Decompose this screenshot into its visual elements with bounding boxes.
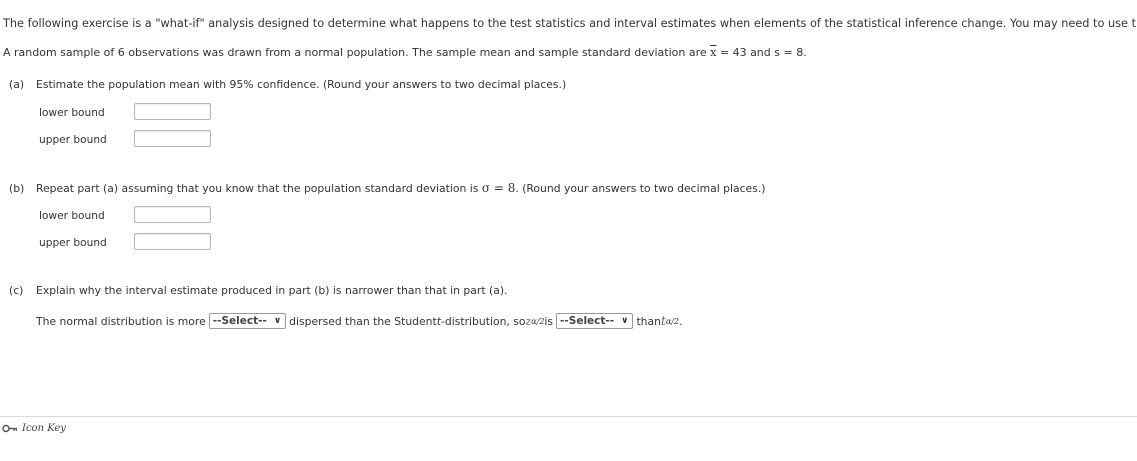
part-a-prompt: (a) Estimate the population mean with 95%…: [9, 78, 566, 91]
chevron-down-icon: ∨: [273, 316, 282, 326]
part-a-upper-bound-input[interactable]: [134, 130, 211, 147]
part-c-letter: (c): [9, 284, 24, 297]
part-c-s3: -distribution, so: [441, 314, 526, 328]
z-subscript: α/2: [531, 316, 545, 326]
part-b-letter: (b): [9, 182, 25, 195]
icon-key-label: Icon Key: [22, 423, 66, 434]
part-b-upper-bound-input[interactable]: [134, 233, 211, 250]
part-c-s4: is: [544, 314, 554, 328]
setup-text: A random sample of 6 observations was dr…: [3, 46, 711, 59]
icon-key-link[interactable]: Icon Key: [2, 423, 66, 434]
problem-setup: A random sample of 6 observations was dr…: [3, 46, 807, 59]
chevron-down-icon: ∨: [621, 316, 629, 326]
part-a-lower-label: lower bound: [39, 107, 105, 119]
part-c-text: Explain why the interval estimate produc…: [36, 284, 508, 297]
part-c-s1: The normal distribution is more: [36, 314, 206, 328]
dispersion-select[interactable]: --Select-- ∨: [208, 313, 287, 329]
sigma-value: σ = 8: [481, 181, 516, 195]
part-c-s6: .: [679, 314, 683, 328]
part-c-s2: dispersed than the Student: [289, 314, 437, 328]
part-b-text-after: . (Round your answers to two decimal pla…: [515, 182, 766, 195]
part-c-s5: than: [636, 314, 661, 328]
setup-values: = 43 and s = 8.: [716, 46, 807, 59]
part-c-answer-line: The normal distribution is more --Select…: [36, 313, 682, 329]
intro-text: The following exercise is a "what-if" an…: [3, 17, 1137, 30]
part-b-lower-bound-input[interactable]: [134, 206, 211, 223]
part-a-lower-bound-input[interactable]: [134, 103, 211, 120]
part-a-text: Estimate the population mean with 95% co…: [36, 78, 567, 91]
part-b-prompt: (b) Repeat part (a) assuming that you kno…: [9, 181, 765, 195]
comparison-select[interactable]: --Select-- ∨: [556, 313, 634, 329]
part-b-upper-label: upper bound: [39, 237, 107, 249]
footer-divider: [0, 416, 1137, 417]
part-a-upper-label: upper bound: [39, 134, 107, 146]
part-b-lower-label: lower bound: [39, 210, 105, 222]
key-icon: [2, 424, 17, 433]
part-c-prompt: (c) Explain why the interval estimate pro…: [9, 284, 507, 297]
part-b-text-before: Repeat part (a) assuming that you know t…: [36, 182, 482, 195]
t-subscript: α/2: [665, 316, 680, 326]
part-a-letter: (a): [9, 78, 25, 91]
dispersion-select-value: --Select--: [212, 315, 267, 327]
comparison-select-value: --Select--: [560, 315, 615, 327]
